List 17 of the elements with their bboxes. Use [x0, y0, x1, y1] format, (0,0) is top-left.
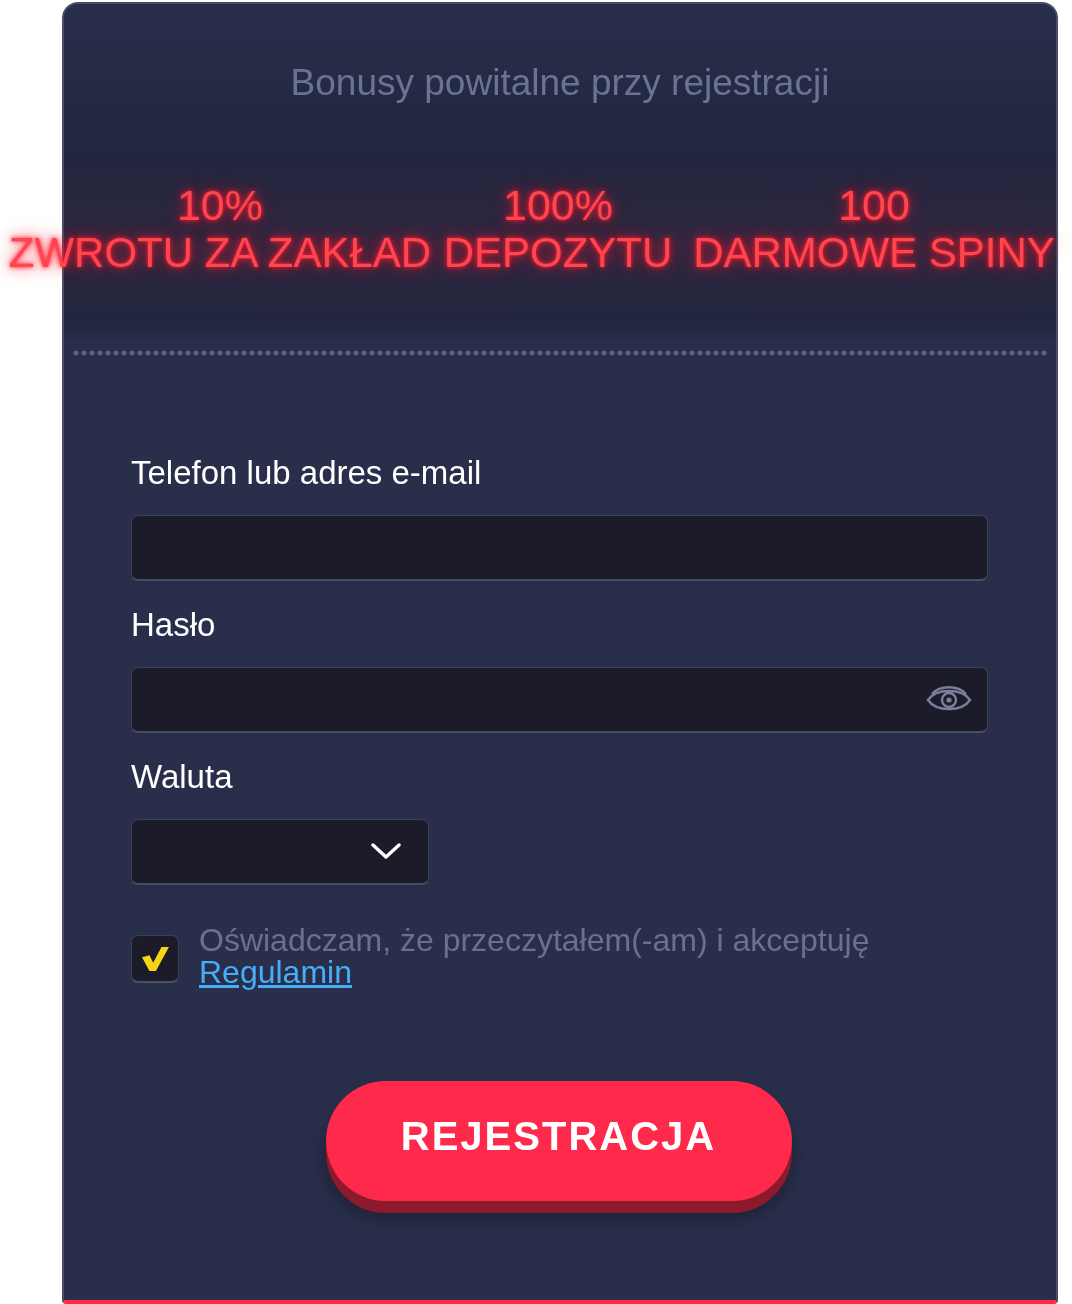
checkmark-icon	[141, 945, 169, 972]
consent-text: Oświadczam, że przeczytałem(-am) i akceptuję Regulamin	[199, 924, 871, 988]
field-label: Hasło	[131, 605, 216, 645]
bonus-label: DEPOZYTU	[443, 229, 673, 277]
terms-link[interactable]: Regulamin	[199, 954, 352, 990]
bonus-value: 100	[838, 181, 910, 229]
field-label: Waluta	[131, 757, 233, 797]
currency-select[interactable]	[131, 819, 429, 885]
bonus-label: DARMOWE SPINY	[693, 229, 1055, 277]
consent-checkbox[interactable]	[131, 935, 179, 983]
field-label: Telefon lub adres e-mail	[131, 453, 482, 493]
bonus-value: 10%	[176, 181, 264, 229]
bonus-value: 100%	[503, 181, 613, 229]
bonus-heading: Bonusy powitalne przy rejestracji	[289, 63, 831, 103]
password-field[interactable]	[131, 667, 988, 733]
chevron-down-icon	[371, 843, 401, 860]
login-field[interactable]	[131, 515, 988, 581]
